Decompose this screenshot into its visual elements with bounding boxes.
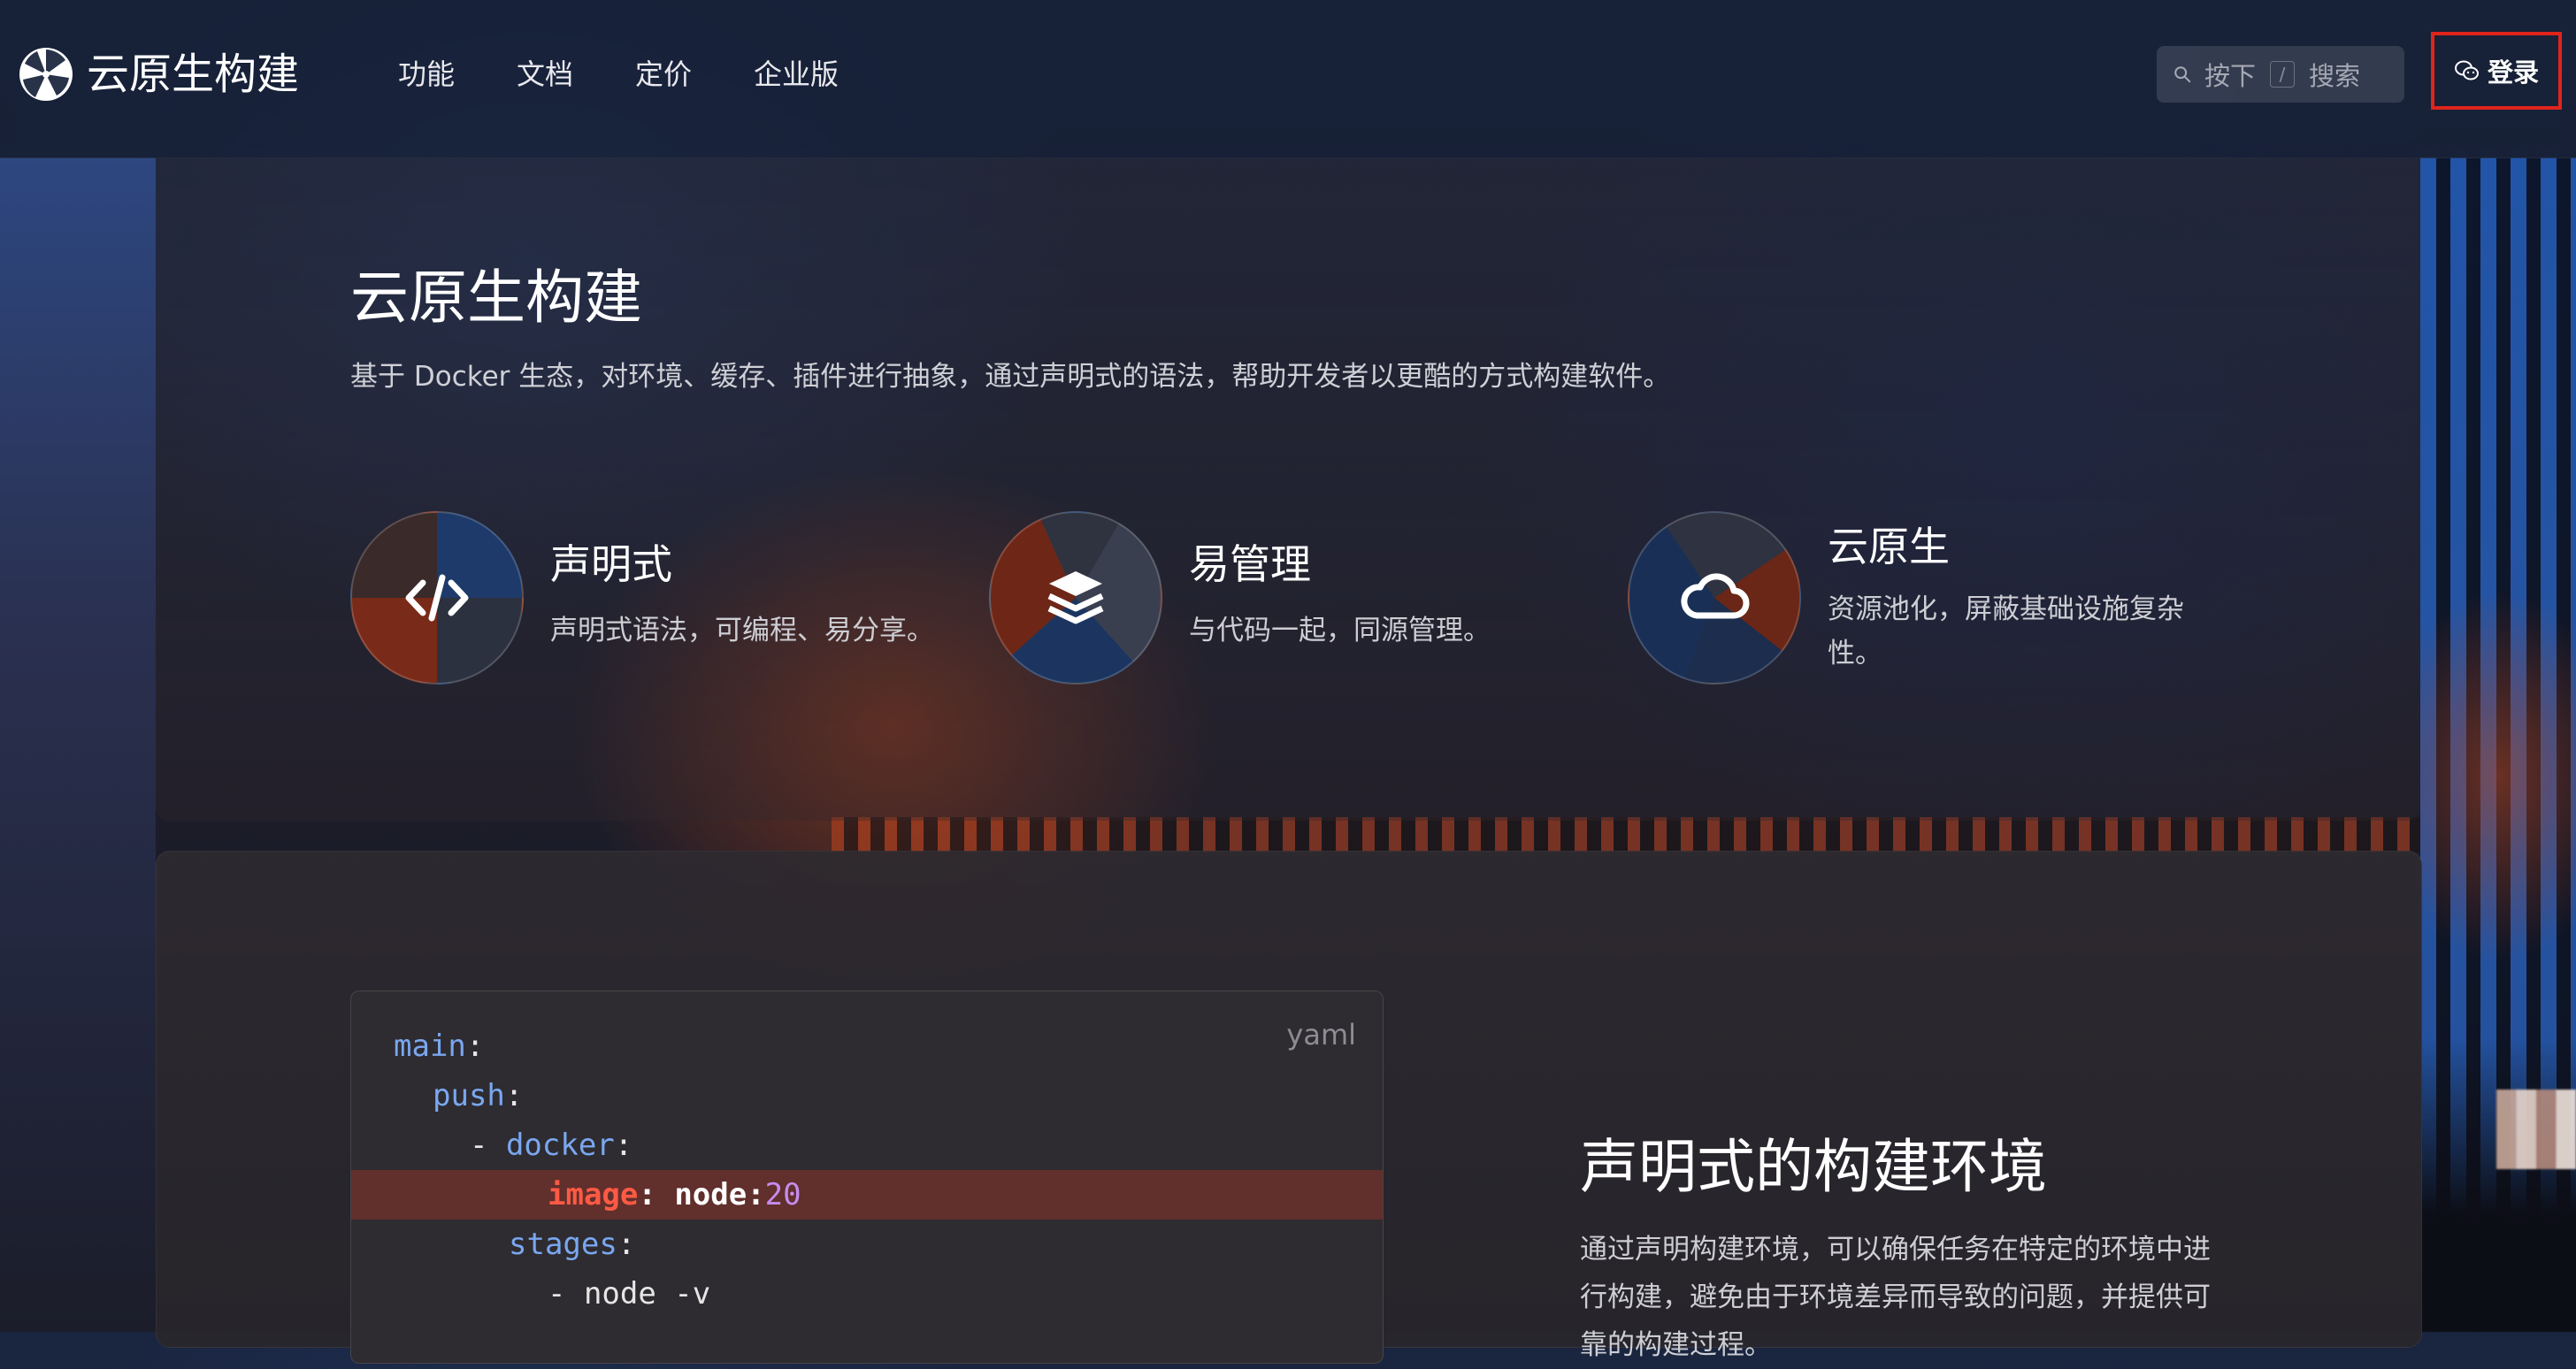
search-box[interactable]: 按下 / 搜索	[2157, 46, 2404, 103]
code-key: image	[548, 1177, 639, 1212]
code-punct: :	[504, 1078, 524, 1113]
layers-icon	[1047, 571, 1104, 624]
code-punct: :	[465, 1029, 485, 1064]
feature-icon-badge	[350, 511, 524, 684]
search-hint-search: 搜索	[2309, 61, 2361, 91]
code-key: push	[433, 1078, 505, 1113]
search-icon	[2174, 66, 2191, 83]
code-punct: :	[617, 1227, 636, 1262]
background-decoration-band	[832, 817, 2420, 853]
brand-name[interactable]: 云原生构建	[87, 46, 299, 103]
hero-title: 云原生构建	[350, 264, 642, 332]
avatar[interactable]	[2496, 1090, 2576, 1169]
search-shortcut-key: /	[2270, 61, 2296, 88]
feature-title: 声明式	[550, 540, 672, 588]
code-plain: node -v	[583, 1276, 711, 1312]
code-value: node:	[674, 1177, 765, 1212]
code-line: stages:	[351, 1220, 1383, 1269]
feature-declarative: 声明式 声明式语法，可编程、易分享。	[350, 511, 952, 684]
code-line: main:	[351, 1021, 1383, 1071]
code-key: main	[394, 1029, 466, 1064]
nav-item-docs[interactable]: 文档	[517, 53, 573, 96]
login-button[interactable]: 登录	[2454, 52, 2539, 89]
nav-item-pricing[interactable]: 定价	[635, 53, 692, 96]
code-line: - node -v	[548, 1276, 711, 1312]
code-line: - docker:	[470, 1128, 633, 1163]
hero-panel	[156, 157, 2420, 821]
feature-manageable: 易管理 与代码一起，同源管理。	[989, 511, 1591, 684]
feature-title: 云原生	[1828, 523, 1950, 570]
section-title: 声明式的构建环境	[1580, 1133, 2047, 1201]
top-header: 云原生构建 功能 文档 定价 企业版 按下 / 搜索 登录	[0, 0, 2576, 158]
code-key: stages	[509, 1227, 617, 1262]
logo-icon[interactable]	[18, 46, 74, 103]
nav-item-features[interactable]: 功能	[398, 53, 455, 96]
login-highlight-box: 登录	[2431, 32, 2562, 110]
code-line: push:	[351, 1071, 1383, 1120]
code-punct: :	[638, 1177, 675, 1212]
background-left-band	[0, 157, 156, 1332]
cloud-icon	[1681, 573, 1750, 619]
feature-desc: 声明式语法，可编程、易分享。	[550, 615, 934, 646]
code-line-highlighted: image: node:20	[351, 1170, 1383, 1220]
feature-title: 易管理	[1189, 540, 1311, 588]
section-description: 通过声明构建环境，可以确保任务在特定的环境中进行构建，避免由于环境差异而导致的问…	[1580, 1234, 2211, 1361]
code-number: 20	[764, 1177, 801, 1212]
feature-desc: 资源池化，屏蔽基础设施复杂性。	[1828, 593, 2184, 669]
feature-icon-badge	[1628, 511, 1801, 684]
nav-item-enterprise[interactable]: 企业版	[754, 53, 839, 96]
code-punct: :	[614, 1128, 633, 1163]
code-icon	[405, 574, 469, 622]
code-block[interactable]: yaml main: push: - docker: image: node:2…	[350, 990, 1384, 1364]
hero-subtitle: 基于 Docker 生态，对环境、缓存、插件进行抽象，通过声明式的语法，帮助开发…	[350, 361, 1671, 393]
login-label: 登录	[2487, 57, 2539, 88]
feature-desc: 与代码一起，同源管理。	[1189, 615, 1491, 646]
feature-icon-badge	[989, 511, 1162, 684]
feature-cloud-native: 云原生 资源池化，屏蔽基础设施复杂性。	[1628, 511, 2229, 684]
main-nav: 功能 文档 定价 企业版	[398, 53, 839, 96]
code-key: docker	[505, 1128, 615, 1163]
wechat-icon	[2454, 60, 2479, 80]
search-hint-press: 按下	[2204, 61, 2257, 91]
